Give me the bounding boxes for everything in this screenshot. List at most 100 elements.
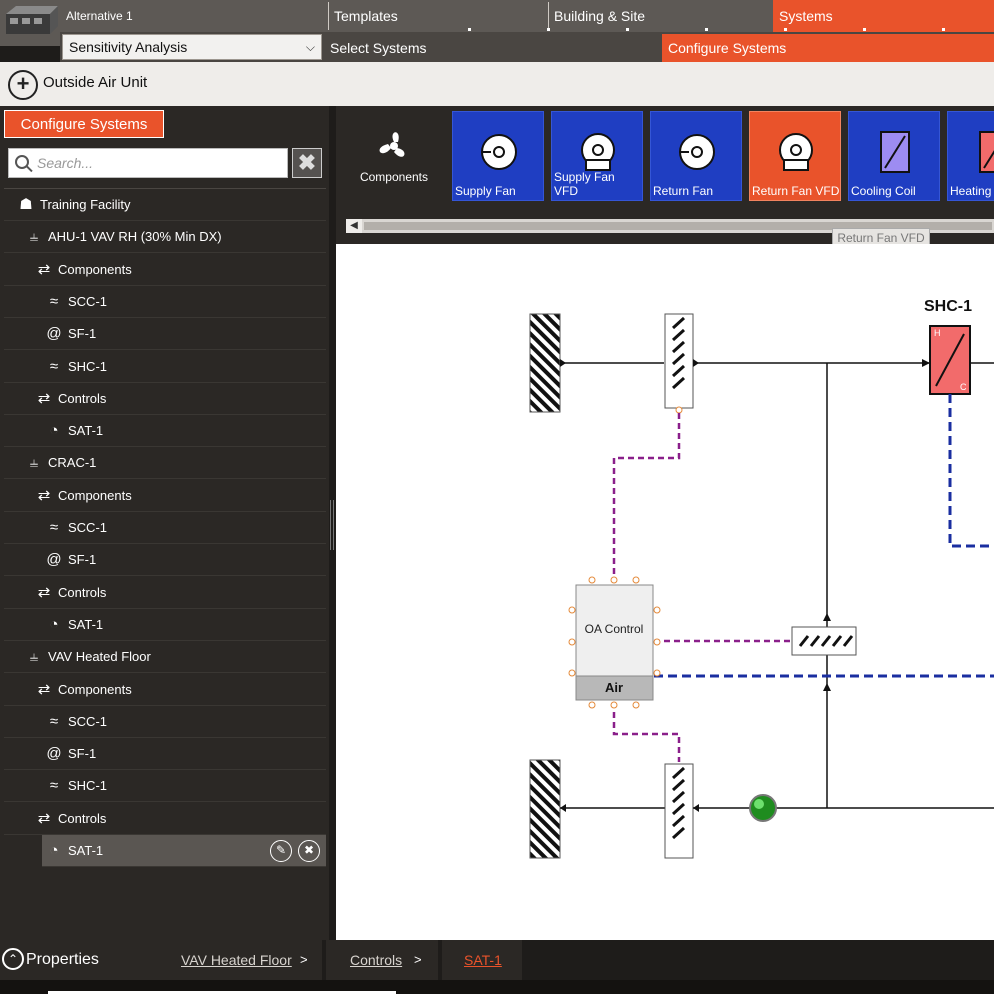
control-link-top xyxy=(612,413,681,580)
tree-item[interactable]: @ SF-1 xyxy=(4,738,326,771)
breadcrumb-system[interactable]: VAV Heated Floor xyxy=(181,940,292,980)
coil-icon: ≈ xyxy=(49,777,59,795)
tree-item[interactable]: @ SF-1 xyxy=(4,318,326,351)
damper-mixing[interactable] xyxy=(791,626,857,656)
panel-title: Configure Systems xyxy=(4,110,164,138)
app-window: Alternative 1 Templates Building & Site … xyxy=(0,0,994,994)
coil-icon: ≈ xyxy=(49,292,59,310)
chevron-up-icon: ⌃ xyxy=(2,948,24,970)
palette-tile[interactable]: Heating xyxy=(947,111,994,201)
sensor-node[interactable] xyxy=(749,794,777,822)
alternative-tab[interactable]: Alternative 1 xyxy=(60,0,328,32)
search-input[interactable]: Search... xyxy=(8,148,288,178)
fan-icon xyxy=(481,134,517,170)
palette-tile[interactable]: Return Fan VFD xyxy=(749,111,841,201)
palette-tile-label: Return Fan xyxy=(653,184,714,198)
properties-toggle[interactable]: ⌃ Properties xyxy=(0,940,172,980)
exhaust-louver-bottom[interactable] xyxy=(529,759,561,859)
analysis-dropdown[interactable]: Sensitivity Analysis ⌵ xyxy=(62,34,322,60)
system-tree-icon: ⫨ xyxy=(29,454,39,472)
components-label: Components xyxy=(359,170,429,184)
oa-control-block[interactable]: OA Control Air xyxy=(568,576,661,709)
stage-configure-systems[interactable]: Configure Systems xyxy=(662,34,994,62)
palette-tile[interactable]: Supply Fan xyxy=(452,111,544,201)
tree-item-label: Components xyxy=(58,681,132,697)
gauge-icon: ◔ xyxy=(49,615,59,633)
properties-label: Properties xyxy=(26,951,99,968)
breadcrumb-current[interactable]: SAT-1 xyxy=(464,940,502,980)
tree-item[interactable]: ≈ SHC-1 xyxy=(4,770,326,803)
system-diagram-canvas[interactable]: SHC-1 H C OA Control Air xyxy=(336,244,994,940)
gauge-icon: ◔ xyxy=(49,842,59,859)
tree-item[interactable]: ⇄ Components xyxy=(4,480,326,512)
system-tree-icon: ⫨ xyxy=(29,648,39,666)
tree-item-label: Training Facility xyxy=(40,197,131,212)
fan-vfd-icon xyxy=(779,133,813,171)
status-bar: ⌃ Properties VAV Heated Floor > Controls… xyxy=(0,940,994,980)
tree-item[interactable]: ◔ SAT-1 xyxy=(4,415,326,448)
damper-bottom[interactable] xyxy=(664,763,694,859)
tree-item[interactable]: ≈ SCC-1 xyxy=(4,286,326,318)
tree-item[interactable]: ⫨ VAV Heated Floor xyxy=(4,641,326,674)
tree-item-label: SF-1 xyxy=(68,746,97,762)
palette-tile[interactable]: Supply Fan VFD xyxy=(551,111,643,201)
fan-icon: @ xyxy=(46,745,62,763)
tree-item[interactable]: ⫨ CRAC-1 xyxy=(4,447,326,480)
tree-item-label: VAV Heated Floor xyxy=(48,649,151,665)
cooling-coil-icon xyxy=(880,131,910,173)
water-loop-line xyxy=(948,394,994,548)
breadcrumb-separator: > xyxy=(414,952,422,967)
header-tabs: Alternative 1 Templates Building & Site … xyxy=(60,0,994,32)
search-icon xyxy=(15,155,29,169)
oa-control-sub: Air xyxy=(605,680,623,695)
tree-item[interactable]: ⇄ Controls xyxy=(4,803,326,835)
tab-building-site-label: Building & Site xyxy=(554,8,646,24)
palette-tile[interactable]: Cooling Coil xyxy=(848,111,940,201)
clear-search-button[interactable]: ✖ xyxy=(292,148,322,178)
plus-circle-icon[interactable]: + xyxy=(8,70,38,100)
palette-tile-label: Supply Fan xyxy=(455,184,516,198)
toolbar-title: Outside Air Unit xyxy=(43,74,148,91)
delete-icon[interactable]: ✖ xyxy=(298,840,320,862)
heating-coil-shc1[interactable]: H C xyxy=(929,325,971,395)
breadcrumb-separator: > xyxy=(300,952,308,967)
tree-item[interactable]: ⇄ Controls xyxy=(4,577,326,609)
palette-tile[interactable]: Return Fan xyxy=(650,111,742,201)
damper-top[interactable] xyxy=(664,313,694,414)
tree-item[interactable]: ◔ SAT-1 xyxy=(4,609,326,641)
stage-select-systems[interactable]: Select Systems xyxy=(324,34,662,62)
chevron-down-icon: ⌵ xyxy=(305,40,315,54)
panel-splitter[interactable] xyxy=(330,500,334,550)
oa-control-label: OA Control xyxy=(585,622,644,636)
breadcrumb-controls[interactable]: Controls xyxy=(350,940,402,980)
tree-item[interactable]: ⇄ Controls xyxy=(4,383,326,415)
system-tree: ☗ Training Facility ⫨ AHU-1 VAV RH (30% Min… xyxy=(4,188,326,940)
tree-item-label: SCC-1 xyxy=(68,293,108,309)
tree-item[interactable]: ⇄ Components xyxy=(4,674,326,706)
tree-item[interactable]: ≈ SCC-1 xyxy=(4,706,326,738)
gauge-icon: ◔ xyxy=(49,422,59,440)
tree-item[interactable]: ⫨ AHU-1 VAV RH (30% Min DX) xyxy=(4,221,326,254)
tree-item-label: SAT-1 xyxy=(68,616,104,632)
diagram-svg: SHC-1 H C OA Control Air xyxy=(529,298,994,859)
tree-item-label: AHU-1 VAV RH (30% Min DX) xyxy=(48,229,222,245)
scroll-left-icon[interactable]: ◀ xyxy=(346,219,362,233)
tree-item[interactable]: @ SF-1 xyxy=(4,544,326,577)
tree-item[interactable]: ≈ SCC-1 xyxy=(4,512,326,544)
tree-item-label: SHC-1 xyxy=(68,358,108,374)
tree-item[interactable]: ◔ SAT-1 ✎ ✖ xyxy=(42,835,326,867)
building-icon: ☗ xyxy=(19,196,33,213)
tab-systems-label: Systems xyxy=(779,8,833,24)
tree-item-label: Components xyxy=(58,487,132,503)
tree-item[interactable]: ☗ Training Facility xyxy=(4,189,326,221)
tree-item[interactable]: ⇄ Components xyxy=(4,254,326,286)
app-logo xyxy=(0,0,60,46)
tree-item[interactable]: ≈ SHC-1 xyxy=(4,351,326,383)
tree-item-label: SCC-1 xyxy=(68,713,108,729)
fan-icon xyxy=(379,132,405,157)
fan-icon xyxy=(679,134,715,170)
tree-item-label: Controls xyxy=(58,584,107,600)
footer-strip xyxy=(0,980,994,994)
edit-icon[interactable]: ✎ xyxy=(270,840,292,862)
oa-louver-top[interactable] xyxy=(529,313,561,413)
